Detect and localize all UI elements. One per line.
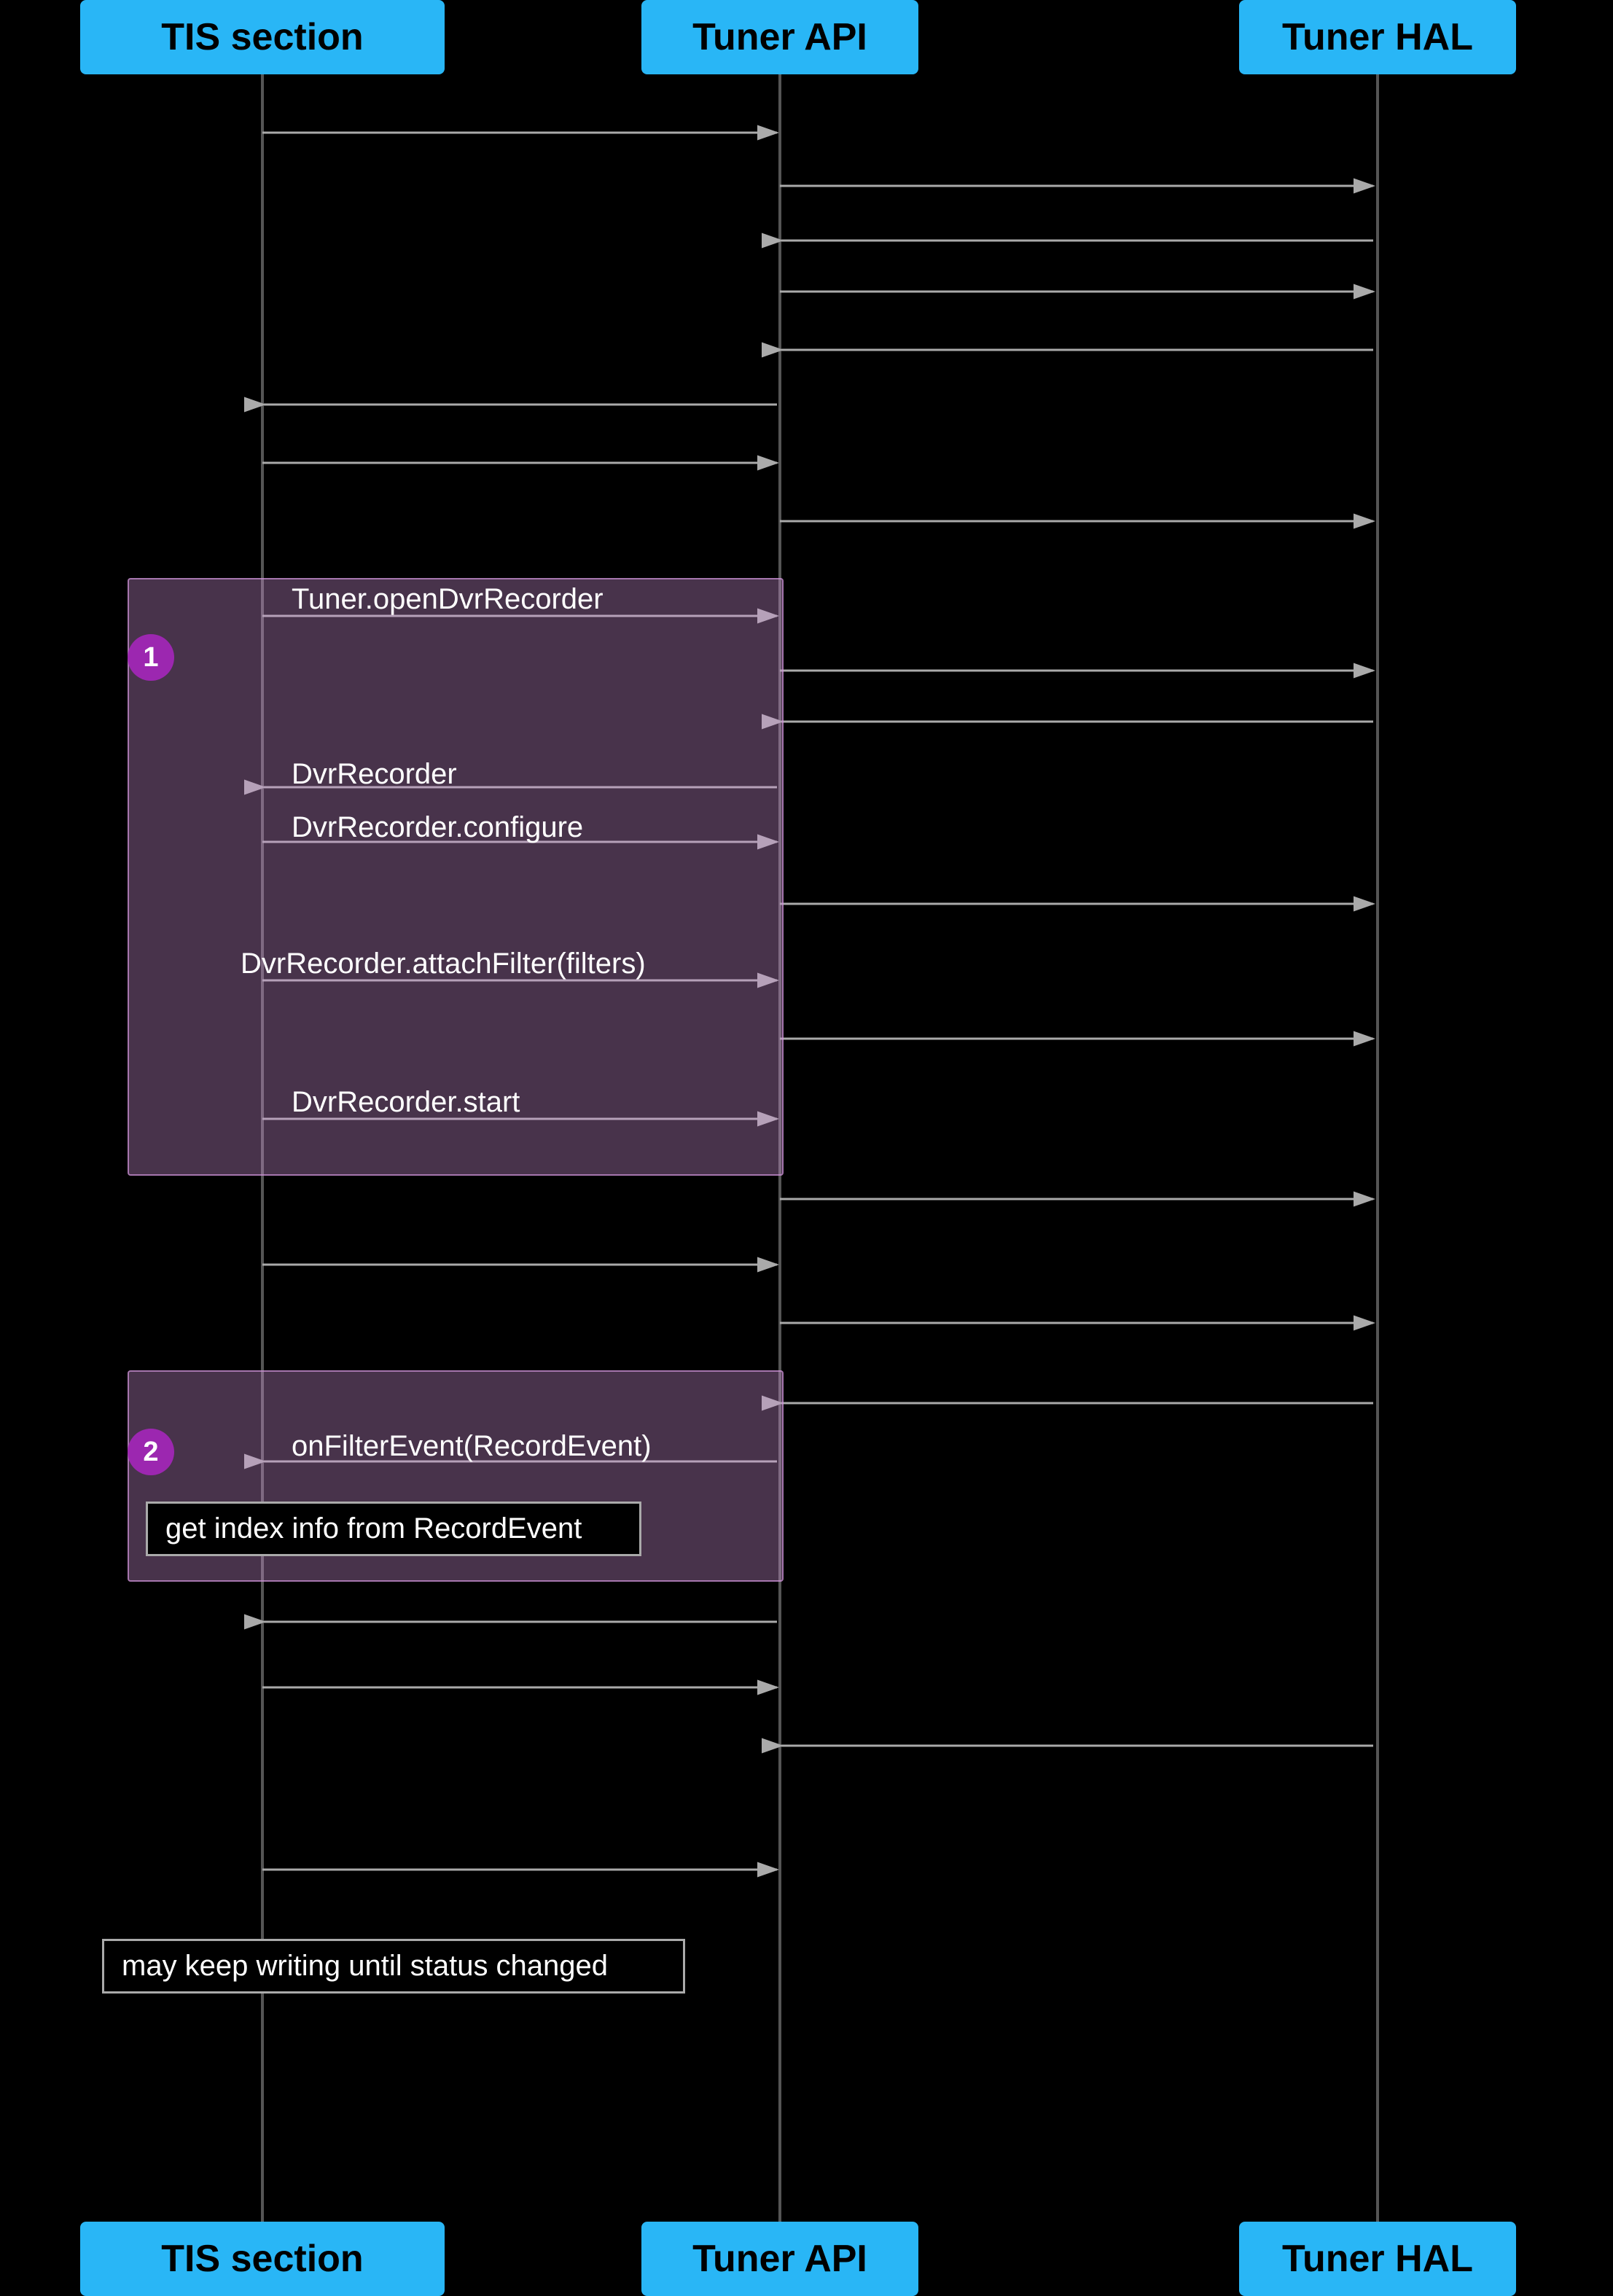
footer-tuner-hal: Tuner HAL [1239, 2222, 1516, 2296]
footer-tis: TIS section [80, 2222, 445, 2296]
label-dvr-recorder: DvrRecorder [292, 758, 457, 791]
label-configure: DvrRecorder.configure [292, 811, 583, 844]
step-1-circle: 1 [128, 634, 174, 681]
label-open-dvr: Tuner.openDvrRecorder [292, 583, 604, 616]
header-tis: TIS section [80, 0, 445, 74]
footer-tuner-api: Tuner API [641, 2222, 918, 2296]
lifeline-tuner-hal [1376, 74, 1379, 2222]
step-2-circle: 2 [128, 1429, 174, 1475]
header-tuner-api: Tuner API [641, 0, 918, 74]
text-box-get-index: get index info from RecordEvent [146, 1502, 641, 1556]
text-box-keep-writing: may keep writing until status changed [102, 1939, 685, 1994]
label-on-filter-event: onFilterEvent(RecordEvent) [292, 1430, 652, 1463]
label-start: DvrRecorder.start [292, 1086, 520, 1119]
label-attach-filter: DvrRecorder.attachFilter(filters) [241, 948, 646, 980]
header-tuner-hal: Tuner HAL [1239, 0, 1516, 74]
